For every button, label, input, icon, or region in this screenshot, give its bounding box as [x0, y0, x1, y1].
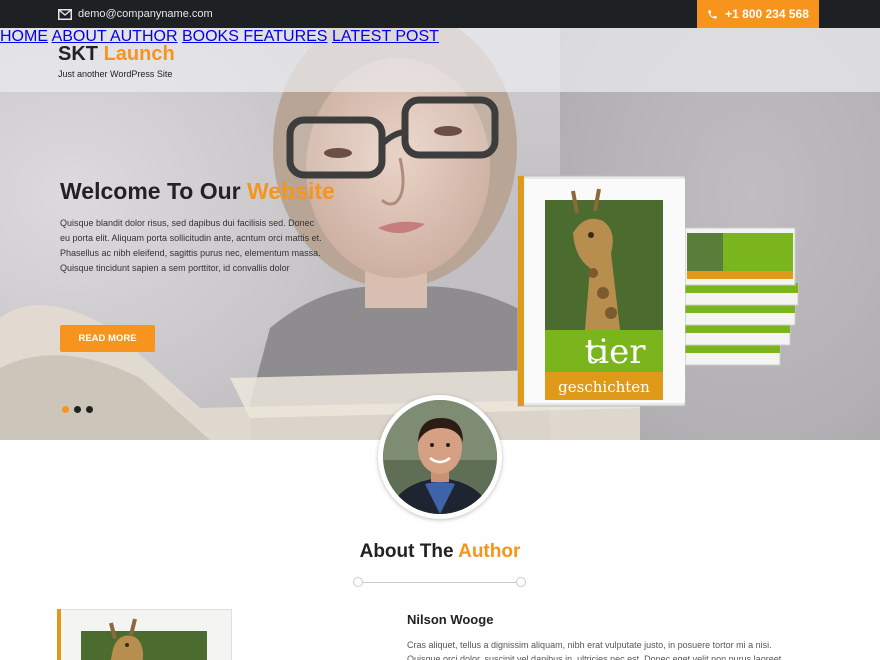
book-title-line1: tier [585, 332, 647, 372]
author-bio: Cras aliquet, tellus a dignissim aliquam… [407, 640, 782, 660]
logo-accent-text: Launch [103, 43, 175, 65]
slider-dot-2[interactable] [74, 406, 81, 413]
contact-phone[interactable]: +1 800 234 568 [697, 0, 819, 28]
author-book-thumbnail [57, 609, 232, 660]
slider-dot-1[interactable] [62, 406, 69, 413]
book-title-line2: geschichten [558, 378, 650, 396]
about-section-title: About The Author [359, 541, 521, 562]
logo-text: SKT [58, 43, 104, 65]
site-header: SKT Launch Just another WordPress Site H… [0, 28, 880, 92]
author-photo [383, 400, 497, 514]
slider-dots [62, 406, 93, 413]
email-text: demo@companyname.com [78, 8, 213, 20]
hero-books-image: tier geschichten [517, 175, 799, 407]
top-bar: demo@companyname.com +1 800 234 568 [0, 0, 880, 28]
site-tagline: Just another WordPress Site [58, 69, 173, 79]
hero-description: Quisque blandit dolor risus, sed dapibus… [60, 218, 322, 273]
nav-home[interactable]: HOME [0, 28, 48, 45]
site-logo[interactable]: SKT Launch Just another WordPress Site [58, 43, 175, 79]
phone-text: +1 800 234 568 [725, 7, 809, 21]
phone-icon [708, 9, 717, 19]
hero-title: Welcome To Our Website [60, 178, 335, 204]
envelope-icon [58, 8, 72, 20]
nav-latest-post[interactable]: LATEST POST [332, 28, 439, 45]
slider-dot-3[interactable] [86, 406, 93, 413]
read-more-button[interactable]: READ MORE [60, 325, 155, 352]
contact-email[interactable]: demo@companyname.com [58, 0, 213, 28]
author-name: Nilson Wooge [407, 612, 494, 627]
section-divider [353, 577, 527, 588]
nav-books-features[interactable]: BOOKS FEATURES [182, 28, 328, 45]
author-avatar [378, 395, 502, 519]
